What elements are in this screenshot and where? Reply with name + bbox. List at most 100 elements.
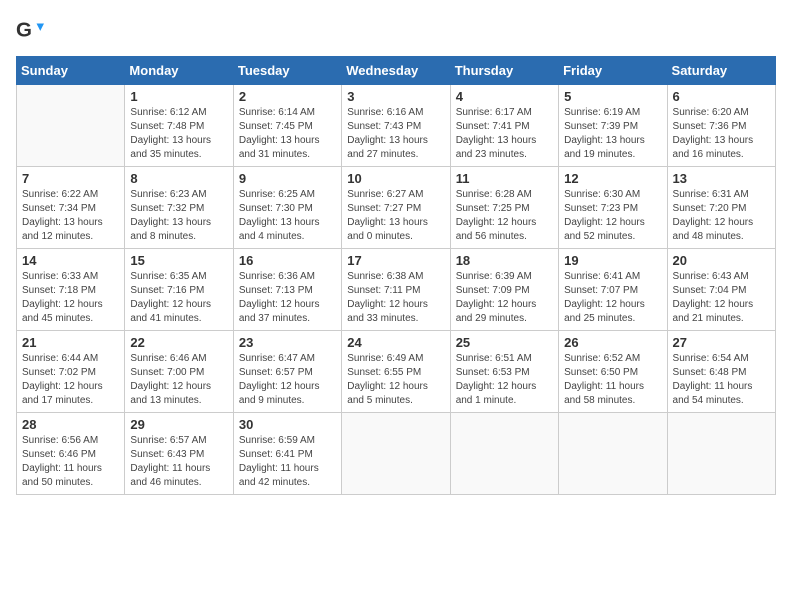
cell-text: Daylight: 13 hours [130,216,227,230]
day-number: 24 [347,335,444,350]
calendar-cell [17,85,125,167]
cell-text: Daylight: 12 hours [673,216,770,230]
calendar-cell: 11 Sunrise: 6:28 AMSunset: 7:25 PMDayligh… [450,167,558,249]
cell-text: Sunrise: 6:56 AM [22,434,119,448]
calendar-header-thursday: Thursday [450,57,558,85]
cell-text: Sunrise: 6:49 AM [347,352,444,366]
cell-text: Sunset: 6:43 PM [130,448,227,462]
day-number: 19 [564,253,661,268]
cell-text: Daylight: 12 hours [673,298,770,312]
cell-text: and 17 minutes. [22,394,119,408]
cell-text: and 27 minutes. [347,148,444,162]
cell-text: Sunset: 6:53 PM [456,366,553,380]
cell-text: and 58 minutes. [564,394,661,408]
cell-text: Sunset: 7:11 PM [347,284,444,298]
cell-text: and 12 minutes. [22,230,119,244]
cell-text: and 25 minutes. [564,312,661,326]
cell-text: Daylight: 13 hours [456,134,553,148]
calendar-header-tuesday: Tuesday [233,57,341,85]
calendar-cell: 28Sunrise: 6:56 AMSunset: 6:46 PMDayligh… [17,413,125,495]
cell-text: Daylight: 12 hours [456,380,553,394]
cell-text: and 31 minutes. [239,148,336,162]
cell-text: and 19 minutes. [564,148,661,162]
calendar-cell: 15Sunrise: 6:35 AMSunset: 7:16 PMDayligh… [125,249,233,331]
calendar-cell: 27Sunrise: 6:54 AMSunset: 6:48 PMDayligh… [667,331,775,413]
cell-text: Sunset: 7:20 PM [673,202,770,216]
calendar-cell: 8Sunrise: 6:23 AMSunset: 7:32 PMDaylight… [125,167,233,249]
calendar-cell: 25Sunrise: 6:51 AMSunset: 6:53 PMDayligh… [450,331,558,413]
cell-text: and 23 minutes. [456,148,553,162]
cell-text: Sunrise: 6:14 AM [239,106,336,120]
cell-text: Sunset: 7:30 PM [239,202,336,216]
calendar-header-monday: Monday [125,57,233,85]
cell-text: Daylight: 13 hours [130,134,227,148]
cell-text: Daylight: 11 hours [673,380,770,394]
cell-text: and 5 minutes. [347,394,444,408]
calendar-cell: 21Sunrise: 6:44 AMSunset: 7:02 PMDayligh… [17,331,125,413]
day-number: 13 [673,171,770,186]
cell-text: Daylight: 12 hours [456,298,553,312]
day-number: 22 [130,335,227,350]
svg-text:G: G [16,19,32,42]
day-number: 12 [564,171,661,186]
cell-text: Sunset: 7:04 PM [673,284,770,298]
calendar-week-row: 1Sunrise: 6:12 AMSunset: 7:48 PMDaylight… [17,85,776,167]
day-number: 5 [564,89,661,104]
cell-text: Sunrise: 6:43 AM [673,270,770,284]
day-number: 11 [456,171,553,186]
cell-text: and 4 minutes. [239,230,336,244]
logo: G [16,16,46,44]
cell-text: Daylight: 12 hours [22,298,119,312]
cell-text: Daylight: 13 hours [673,134,770,148]
day-number: 29 [130,417,227,432]
calendar-cell: 22Sunrise: 6:46 AMSunset: 7:00 PMDayligh… [125,331,233,413]
cell-text: Sunrise: 6:33 AM [22,270,119,284]
calendar-cell: 1Sunrise: 6:12 AMSunset: 7:48 PMDaylight… [125,85,233,167]
cell-text: Sunset: 7:25 PM [456,202,553,216]
cell-text: Sunrise: 6:41 AM [564,270,661,284]
cell-text: Daylight: 12 hours [239,298,336,312]
cell-text: Sunset: 7:45 PM [239,120,336,134]
cell-text: Sunrise: 6:35 AM [130,270,227,284]
calendar-week-row: 21Sunrise: 6:44 AMSunset: 7:02 PMDayligh… [17,331,776,413]
day-number: 7 [22,171,119,186]
day-number: 9 [239,171,336,186]
cell-text: Sunrise: 6:47 AM [239,352,336,366]
cell-text: and 50 minutes. [22,476,119,490]
cell-text: Daylight: 12 hours [456,216,553,230]
cell-text: Sunrise: 6:38 AM [347,270,444,284]
calendar-header-row: SundayMondayTuesdayWednesdayThursdayFrid… [17,57,776,85]
calendar-header-friday: Friday [559,57,667,85]
calendar-week-row: 14Sunrise: 6:33 AMSunset: 7:18 PMDayligh… [17,249,776,331]
day-number: 17 [347,253,444,268]
cell-text: Daylight: 13 hours [347,134,444,148]
cell-text: Sunrise: 6:30 AM [564,188,661,202]
cell-text: Sunrise: 6:28 AM [456,188,553,202]
logo-icon: G [16,16,44,44]
calendar-cell: 19Sunrise: 6:41 AMSunset: 7:07 PMDayligh… [559,249,667,331]
cell-text: Daylight: 13 hours [239,134,336,148]
cell-text: Daylight: 12 hours [564,216,661,230]
cell-text: Sunset: 7:02 PM [22,366,119,380]
cell-text: Sunrise: 6:17 AM [456,106,553,120]
calendar-cell: 24Sunrise: 6:49 AMSunset: 6:55 PMDayligh… [342,331,450,413]
day-number: 14 [22,253,119,268]
cell-text: Sunset: 7:32 PM [130,202,227,216]
calendar-cell: 26Sunrise: 6:52 AMSunset: 6:50 PMDayligh… [559,331,667,413]
cell-text: and 21 minutes. [673,312,770,326]
cell-text: Sunrise: 6:44 AM [22,352,119,366]
cell-text: Sunset: 7:48 PM [130,120,227,134]
cell-text: Daylight: 12 hours [347,298,444,312]
calendar-cell: 14Sunrise: 6:33 AMSunset: 7:18 PMDayligh… [17,249,125,331]
cell-text: Sunrise: 6:27 AM [347,188,444,202]
cell-text: Sunrise: 6:52 AM [564,352,661,366]
day-number: 16 [239,253,336,268]
calendar-week-row: 28Sunrise: 6:56 AMSunset: 6:46 PMDayligh… [17,413,776,495]
cell-text: Sunset: 7:39 PM [564,120,661,134]
cell-text: Sunset: 7:00 PM [130,366,227,380]
calendar-cell [450,413,558,495]
calendar-header-sunday: Sunday [17,57,125,85]
cell-text: and 41 minutes. [130,312,227,326]
cell-text: and 33 minutes. [347,312,444,326]
calendar-table: SundayMondayTuesdayWednesdayThursdayFrid… [16,56,776,495]
